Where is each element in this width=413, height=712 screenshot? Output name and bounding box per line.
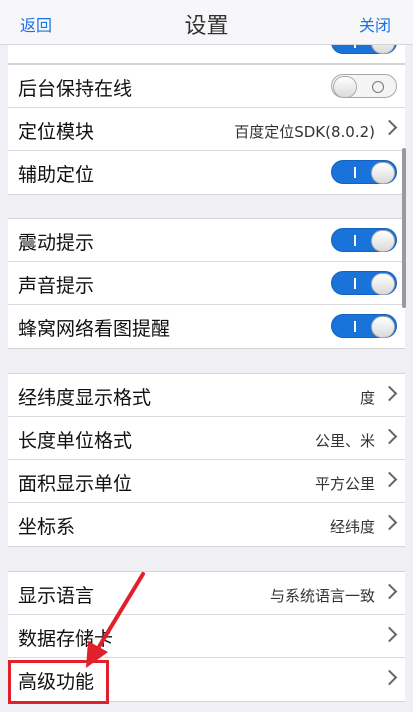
row-vibration-alert[interactable]: 震动提示: [8, 219, 405, 262]
row-sound-alert[interactable]: 声音提示: [8, 262, 405, 305]
highlight-box: [8, 660, 109, 704]
settings-group-alerts: 震动提示 声音提示 蜂窝网络看图提醒: [8, 218, 405, 349]
row-label: 数据存储卡: [18, 628, 114, 650]
row-display-language[interactable]: 显示语言 与系统语言一致: [8, 572, 405, 615]
row-label: 辅助定位: [18, 164, 95, 186]
chevron-right-icon: [381, 514, 398, 531]
row-value: 与系统语言一致: [269, 587, 375, 605]
row-label: 长度单位格式: [18, 430, 133, 452]
keep-online-toggle[interactable]: [331, 74, 397, 98]
row-label: 声音提示: [18, 275, 95, 297]
sound-toggle[interactable]: [331, 271, 397, 295]
row-label: 显示语言: [18, 585, 95, 607]
partially-hidden-toggle[interactable]: [331, 45, 397, 54]
chevron-right-icon: [381, 119, 398, 136]
row-keep-online[interactable]: 后台保持在线: [8, 65, 405, 108]
row-location-module[interactable]: 定位模块 百度定位SDK(8.0.2): [8, 108, 405, 151]
scrollbar[interactable]: [402, 148, 406, 308]
row-coordinate-system[interactable]: 坐标系 经纬度: [8, 503, 405, 546]
row-label: 面积显示单位: [18, 473, 133, 495]
row-label: 经纬度显示格式: [18, 387, 152, 409]
chevron-right-icon: [381, 471, 398, 488]
navigation-bar: 返回 设置 关闭: [0, 0, 413, 45]
row-label: 蜂窝网络看图提醒: [18, 318, 171, 340]
settings-group-units: 经纬度显示格式 度 长度单位格式 公里、米 面积显示单位 平方公里 坐标系 经纬…: [8, 373, 405, 547]
row-value: 度: [359, 389, 375, 407]
close-button[interactable]: 关闭: [359, 12, 391, 36]
row-coordinate-format[interactable]: 经纬度显示格式 度: [8, 374, 405, 417]
row-length-unit[interactable]: 长度单位格式 公里、米: [8, 417, 405, 460]
row-assisted-location[interactable]: 辅助定位: [8, 151, 405, 194]
row-value: 经纬度: [329, 518, 375, 536]
row-value: 平方公里: [314, 475, 375, 493]
row-label: 坐标系: [18, 516, 76, 538]
row-storage-card[interactable]: 数据存储卡: [8, 615, 405, 658]
vibration-toggle[interactable]: [331, 228, 397, 252]
row-area-unit[interactable]: 面积显示单位 平方公里: [8, 460, 405, 503]
row-label: 震动提示: [18, 232, 95, 254]
chevron-right-icon: [381, 669, 398, 686]
row-label: 定位模块: [18, 121, 95, 143]
chevron-right-icon: [381, 626, 398, 643]
page-title: 设置: [184, 14, 229, 39]
cellular-image-toggle[interactable]: [331, 314, 397, 338]
row-label: 后台保持在线: [18, 78, 133, 100]
assisted-location-toggle[interactable]: [331, 160, 397, 184]
row-cellular-image-alert[interactable]: 蜂窝网络看图提醒: [8, 305, 405, 348]
chevron-right-icon: [381, 385, 398, 402]
chevron-right-icon: [381, 583, 398, 600]
partially-hidden-row: [8, 45, 405, 64]
chevron-right-icon: [381, 428, 398, 445]
row-value: 百度定位SDK(8.0.2): [234, 123, 375, 141]
settings-group-location: 后台保持在线 定位模块 百度定位SDK(8.0.2) 辅助定位: [8, 64, 405, 195]
row-value: 公里、米: [314, 432, 375, 450]
